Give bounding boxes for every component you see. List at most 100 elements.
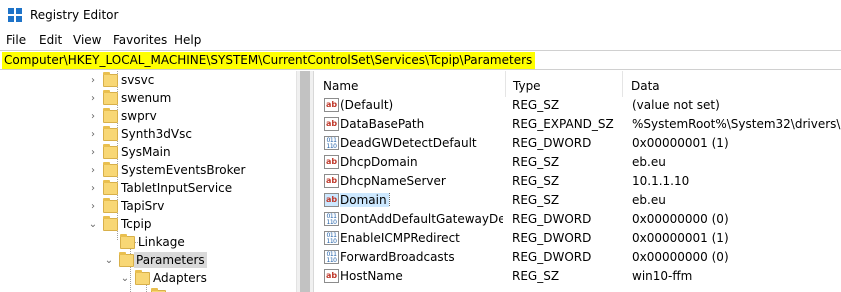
menu-view[interactable]: View [73, 33, 101, 47]
value-name-wrap: Domain [340, 193, 503, 207]
values-list[interactable]: Name Type Data ab (Default) REG_SZ (valu… [315, 71, 841, 292]
folder-icon [120, 234, 135, 249]
value-name: ForwardBroadcasts [340, 250, 455, 264]
tree-scrollbar[interactable] [296, 71, 313, 292]
tree-item-tabletinputservice[interactable]: › TabletInputService [0, 179, 296, 197]
value-data: 0x00000000 (0) [632, 212, 729, 226]
tree-item-adapter-child[interactable] [0, 287, 296, 292]
value-type: REG_DWORD [512, 231, 592, 245]
tree-item-svsvc[interactable]: › svsvc [0, 71, 296, 89]
chevron-right-icon[interactable]: › [88, 107, 98, 125]
binary-value-icon: 011 110 [324, 136, 339, 150]
value-row-selected[interactable]: ab Domain REG_SZ eb.eu [315, 191, 841, 210]
value-row[interactable]: ab HostName REG_SZ win10-ffm [315, 267, 841, 286]
tree-item-adapters[interactable]: ⌄ Adapters [0, 269, 296, 287]
tree-item-label [167, 288, 171, 290]
tree-item-synth3dvsc[interactable]: › Synth3dVsc [0, 125, 296, 143]
menu-bar: File Edit View Favorites Help [0, 30, 841, 50]
string-value-icon: ab [324, 155, 339, 169]
tree-item-parameters[interactable]: ⌄ Parameters [0, 251, 296, 269]
value-row[interactable]: ab DhcpNameServer REG_SZ 10.1.1.10 [315, 172, 841, 191]
chevron-right-icon[interactable]: › [88, 89, 98, 107]
folder-open-icon [135, 270, 150, 285]
chevron-right-icon[interactable]: › [88, 71, 98, 89]
tree-item-tapisrv[interactable]: › TapiSrv [0, 197, 296, 215]
binary-value-icon: 011 110 [324, 250, 339, 264]
value-name: DataBasePath [340, 117, 425, 131]
menu-help[interactable]: Help [174, 33, 201, 47]
value-name: HostName [340, 269, 403, 283]
value-name: EnableICMPRedirect [340, 231, 460, 245]
value-row[interactable]: ab DhcpDomain REG_SZ eb.eu [315, 153, 841, 172]
value-data: 10.1.1.10 [632, 174, 690, 188]
tree-item-label: Synth3dVsc [121, 127, 192, 141]
folder-icon [103, 180, 118, 195]
value-data: 0x00000000 (0) [632, 250, 729, 264]
value-data: 0x00000001 (1) [632, 231, 729, 245]
tree-item-label: swprv [121, 109, 157, 123]
folder-icon [103, 72, 118, 87]
folder-icon [103, 198, 118, 213]
value-data: (value not set) [632, 98, 720, 112]
key-tree[interactable]: › svsvc › swenum › swprv › Synth3dVsc › … [0, 71, 314, 292]
registry-editor-icon [8, 8, 22, 22]
tree-item-label: svsvc [121, 73, 155, 87]
tree-item-swenum[interactable]: › swenum [0, 89, 296, 107]
value-data: eb.eu [632, 193, 666, 207]
value-row[interactable]: 011 110 ForwardBroadcasts REG_DWORD 0x000… [315, 248, 841, 267]
tree-item-label: Parameters [134, 252, 207, 268]
menu-file[interactable]: File [6, 33, 26, 47]
tree-item-label: TapiSrv [121, 199, 165, 213]
menu-favorites[interactable]: Favorites [113, 33, 167, 47]
folder-icon [103, 144, 118, 159]
tree-item-systemeventsbroker[interactable]: › SystemEventsBroker [0, 161, 296, 179]
value-row[interactable]: ab DataBasePath REG_EXPAND_SZ %SystemRoo… [315, 115, 841, 134]
chevron-down-icon[interactable]: ⌄ [120, 269, 130, 287]
folder-icon [103, 162, 118, 177]
value-type: REG_DWORD [512, 250, 592, 264]
value-type: REG_EXPAND_SZ [512, 117, 614, 131]
tree-item-sysmain[interactable]: › SysMain [0, 143, 296, 161]
value-row[interactable]: ab (Default) REG_SZ (value not set) [315, 96, 841, 115]
address-bar[interactable]: Computer\HKEY_LOCAL_MACHINE\SYSTEM\Curre… [0, 50, 841, 70]
chevron-right-icon[interactable]: › [88, 143, 98, 161]
menu-edit[interactable]: Edit [39, 33, 62, 47]
chevron-right-icon[interactable]: › [88, 197, 98, 215]
value-name: DhcpNameServer [340, 174, 446, 188]
tree-item-label: Linkage [138, 235, 185, 249]
value-data: eb.eu [632, 155, 666, 169]
chevron-right-icon[interactable]: › [88, 179, 98, 197]
value-data: win10-ffm [632, 269, 693, 283]
string-value-icon: ab [324, 117, 339, 131]
value-type: REG_SZ [512, 174, 560, 188]
value-name: DhcpDomain [340, 155, 418, 169]
binary-value-icon: 011 110 [324, 231, 339, 245]
tree-item-swprv[interactable]: › swprv [0, 107, 296, 125]
column-header-type[interactable]: Type [505, 71, 623, 97]
value-type: REG_SZ [512, 98, 560, 112]
value-name: DeadGWDetectDefault [340, 136, 477, 150]
scrollbar-thumb[interactable] [300, 71, 310, 292]
value-row[interactable]: 011 110 DeadGWDetectDefault REG_DWORD 0x0… [315, 134, 841, 153]
column-header-data[interactable]: Data [623, 71, 841, 97]
tree-item-linkage[interactable]: Linkage [0, 233, 296, 251]
value-name: DontAddDefaultGatewayDefa... [340, 212, 503, 226]
value-type: REG_DWORD [512, 136, 592, 150]
folder-icon [103, 108, 118, 123]
value-name: (Default) [340, 98, 394, 112]
string-value-icon: ab [324, 98, 339, 112]
value-row[interactable]: 011110 DontAddDefaultGatewayDefa... REG_… [315, 210, 841, 229]
chevron-down-icon[interactable]: ⌄ [104, 251, 114, 269]
folder-icon [103, 126, 118, 141]
value-type: REG_SZ [512, 193, 560, 207]
value-row[interactable]: 011 110 EnableICMPRedirect REG_DWORD 0x00… [315, 229, 841, 248]
chevron-down-icon[interactable]: ⌄ [88, 215, 98, 233]
chevron-right-icon[interactable]: › [88, 161, 98, 179]
chevron-right-icon[interactable]: › [88, 125, 98, 143]
folder-open-icon [119, 252, 134, 267]
window-title: Registry Editor [30, 8, 119, 22]
address-path[interactable]: Computer\HKEY_LOCAL_MACHINE\SYSTEM\Curre… [2, 52, 536, 69]
tree-item-tcpip[interactable]: ⌄ Tcpip [0, 215, 296, 233]
value-type: REG_SZ [512, 269, 560, 283]
column-header-name[interactable]: Name [315, 71, 505, 97]
